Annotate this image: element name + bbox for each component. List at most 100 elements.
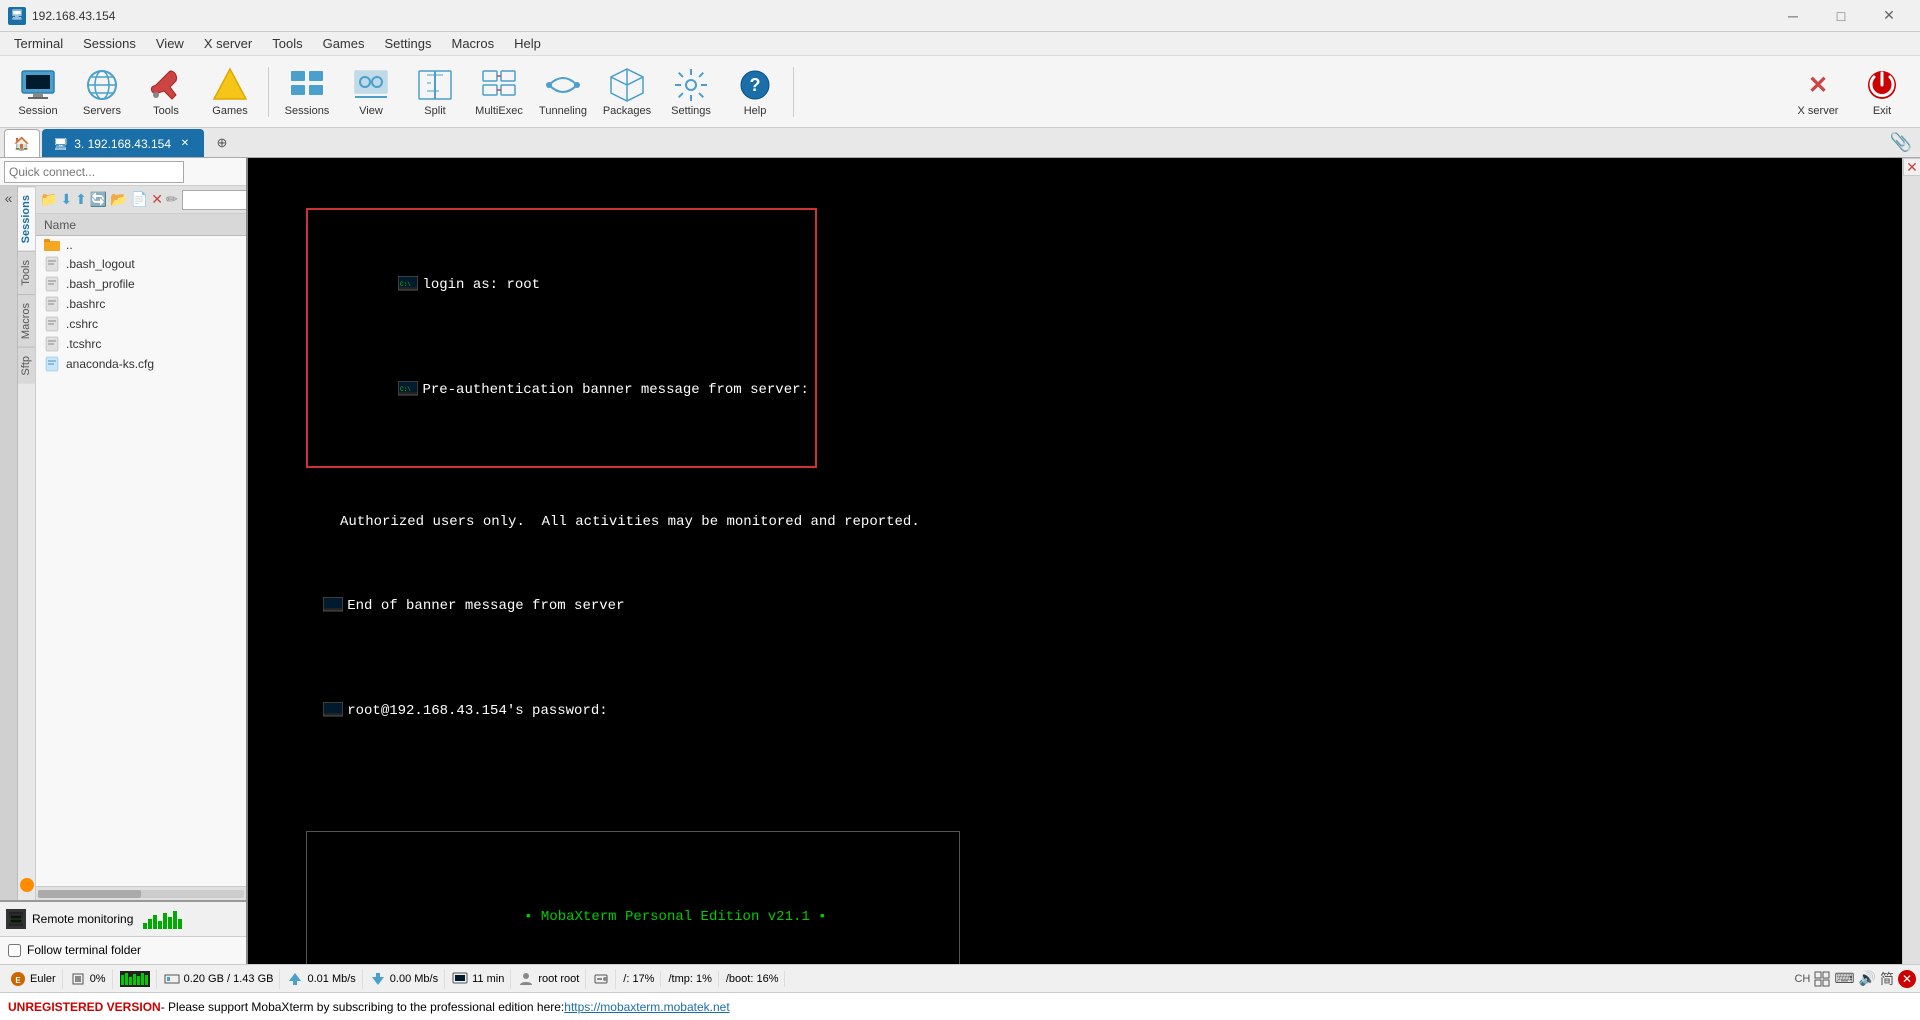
menu-tools[interactable]: Tools (262, 34, 312, 53)
toolbar-help[interactable]: ? Help (725, 60, 785, 124)
menu-settings[interactable]: Settings (375, 34, 442, 53)
toolbar-split[interactable]: Split (405, 60, 465, 124)
fp-new-folder-btn[interactable]: 📁 (39, 188, 58, 212)
toolbar-tunneling[interactable]: Tunneling (533, 60, 593, 124)
menu-macros[interactable]: Macros (441, 34, 504, 53)
file-list-header: Name (36, 214, 246, 236)
status-red-close[interactable]: ✕ (1898, 970, 1916, 988)
menu-games[interactable]: Games (313, 34, 375, 53)
follow-folder-checkbox[interactable] (8, 944, 21, 957)
packages-icon (609, 67, 645, 103)
toolbar-session[interactable]: Session (8, 60, 68, 124)
terminal-icon-1: C:\ (398, 276, 418, 292)
menu-help[interactable]: Help (504, 34, 551, 53)
toolbar-exit[interactable]: Exit (1852, 60, 1912, 124)
fp-delete-btn[interactable]: ✕ (150, 188, 164, 212)
file-item-dotdot[interactable]: .. (36, 236, 246, 254)
tab-bar: 🏠 🖥 3. 192.168.43.154 ✕ ⊕ 📎 (0, 128, 1920, 158)
toolbar-view[interactable]: View (341, 60, 401, 124)
tools-icon (148, 67, 184, 103)
nav-collapse-arrow[interactable]: « (3, 188, 15, 208)
fp-open-btn[interactable]: 📂 (109, 188, 128, 212)
toolbar-servers[interactable]: Servers (72, 60, 132, 124)
graph-bar-6 (168, 917, 172, 929)
info-box-title-line: • MobaXterm Personal Edition v21.1 • (327, 886, 939, 949)
title-bar: 🖥 192.168.43.154 ─ □ ✕ (0, 0, 1920, 32)
status-time-label: 11 min (472, 973, 504, 985)
file-item-cshrc[interactable]: .cshrc (36, 314, 246, 334)
scrollbar-thumb[interactable] (38, 890, 141, 898)
status-disk2-label: /tmp: 1% (668, 973, 711, 985)
toolbar-sessions[interactable]: Sessions (277, 60, 337, 124)
graph-bar-2 (148, 919, 152, 929)
fp-path-input[interactable]: /root/ (182, 190, 246, 210)
info-box-title: • MobaXterm Personal Edition v21.1 • (524, 909, 826, 925)
fp-new-file-btn[interactable]: 📄 (130, 188, 149, 212)
tab-active[interactable]: 🖥 3. 192.168.43.154 ✕ (42, 129, 204, 157)
svg-text:✕: ✕ (1808, 72, 1828, 99)
login-line-2: C:\Pre-authentication banner message fro… (314, 359, 808, 422)
status-disk2: /tmp: 1% (662, 971, 718, 987)
tab-close-button[interactable]: ✕ (177, 136, 193, 152)
tab-bar-right: 📎 (1890, 132, 1912, 153)
games-icon (212, 67, 248, 103)
banner-end-text: End of banner message from server (347, 598, 624, 614)
sidebar-tab-sftp[interactable]: Sftp (18, 347, 35, 384)
right-close-btn[interactable]: ✕ (1903, 158, 1920, 176)
menu-terminal[interactable]: Terminal (4, 34, 73, 53)
menu-view[interactable]: View (146, 34, 194, 53)
status-distro-label: Euler (30, 973, 56, 985)
nav-arrows: « (0, 186, 18, 900)
toolbar-servers-label: Servers (83, 105, 121, 117)
status-disk-icon (587, 969, 616, 989)
maximize-button[interactable]: □ (1818, 1, 1864, 31)
toolbar-split-label: Split (424, 105, 445, 117)
terminal[interactable]: C:\login as: root C:\Pre-authentication … (248, 158, 1902, 964)
file-item-bash-logout[interactable]: .bash_logout (36, 254, 246, 274)
sidebar-tab-sessions[interactable]: Sessions (18, 186, 35, 251)
file-item-bash-profile[interactable]: .bash_profile (36, 274, 246, 294)
unreg-link[interactable]: https://mobaxterm.mobatek.net (564, 1000, 729, 1014)
app-icon: 🖥 (8, 7, 26, 25)
paperclip-icon[interactable]: 📎 (1890, 132, 1912, 152)
toolbar-tools[interactable]: Tools (136, 60, 196, 124)
file-item-cshrc-label: .cshrc (66, 317, 98, 331)
file-item-anaconda[interactable]: anaconda-ks.cfg (36, 354, 246, 374)
toolbar-packages-label: Packages (603, 105, 651, 117)
bottom-left-panel: Remote monitoring Follow terminal folder (0, 900, 246, 964)
toolbar-session-label: Session (18, 105, 57, 117)
tab-add-button[interactable]: ⊕ (208, 129, 236, 157)
fp-download-btn[interactable]: ⬇ (59, 188, 73, 212)
file-icon-anaconda (44, 356, 60, 372)
file-panel-scrollbar[interactable] (36, 886, 246, 900)
menu-sessions[interactable]: Sessions (73, 34, 146, 53)
toolbar-packages[interactable]: Packages (597, 60, 657, 124)
sidebar-tab-macros[interactable]: Macros (18, 294, 35, 347)
menu-xserver[interactable]: X server (194, 34, 262, 53)
file-item-tcshrc[interactable]: .tcshrc (36, 334, 246, 354)
monitoring-label: Remote monitoring (32, 912, 133, 926)
close-button[interactable]: ✕ (1866, 1, 1912, 31)
tab-home[interactable]: 🏠 (4, 129, 40, 157)
file-item-bash-profile-label: .bash_profile (66, 277, 135, 291)
menu-bar: Terminal Sessions View X server Tools Ga… (0, 32, 1920, 56)
minimize-button[interactable]: ─ (1770, 1, 1816, 31)
fp-refresh-btn[interactable]: 🔄 (89, 188, 108, 212)
sidebar-tab-tools[interactable]: Tools (18, 251, 35, 294)
file-item-bashrc[interactable]: .bashrc (36, 294, 246, 314)
scrollbar-track[interactable] (38, 890, 244, 898)
fp-upload-btn[interactable]: ⬆ (74, 188, 88, 212)
toolbar-settings[interactable]: Settings (661, 60, 721, 124)
quick-connect-input[interactable] (4, 161, 184, 183)
monitoring-graph (143, 909, 182, 929)
graph-bar-7 (173, 911, 177, 929)
toolbar-xserver[interactable]: ✕ X server (1788, 60, 1848, 124)
password-prompt-line: root@192.168.43.154's password: (256, 680, 1894, 743)
terminal-container: C:\login as: root C:\Pre-authentication … (248, 158, 1902, 964)
toolbar-multiexec[interactable]: MultiExec (469, 60, 529, 124)
grid-icon (1814, 971, 1830, 987)
toolbar-games[interactable]: Games (200, 60, 260, 124)
status-mem: 0.20 GB / 1.43 GB (158, 969, 281, 989)
settings-icon (673, 67, 709, 103)
fp-edit-btn[interactable]: ✏ (165, 188, 179, 212)
